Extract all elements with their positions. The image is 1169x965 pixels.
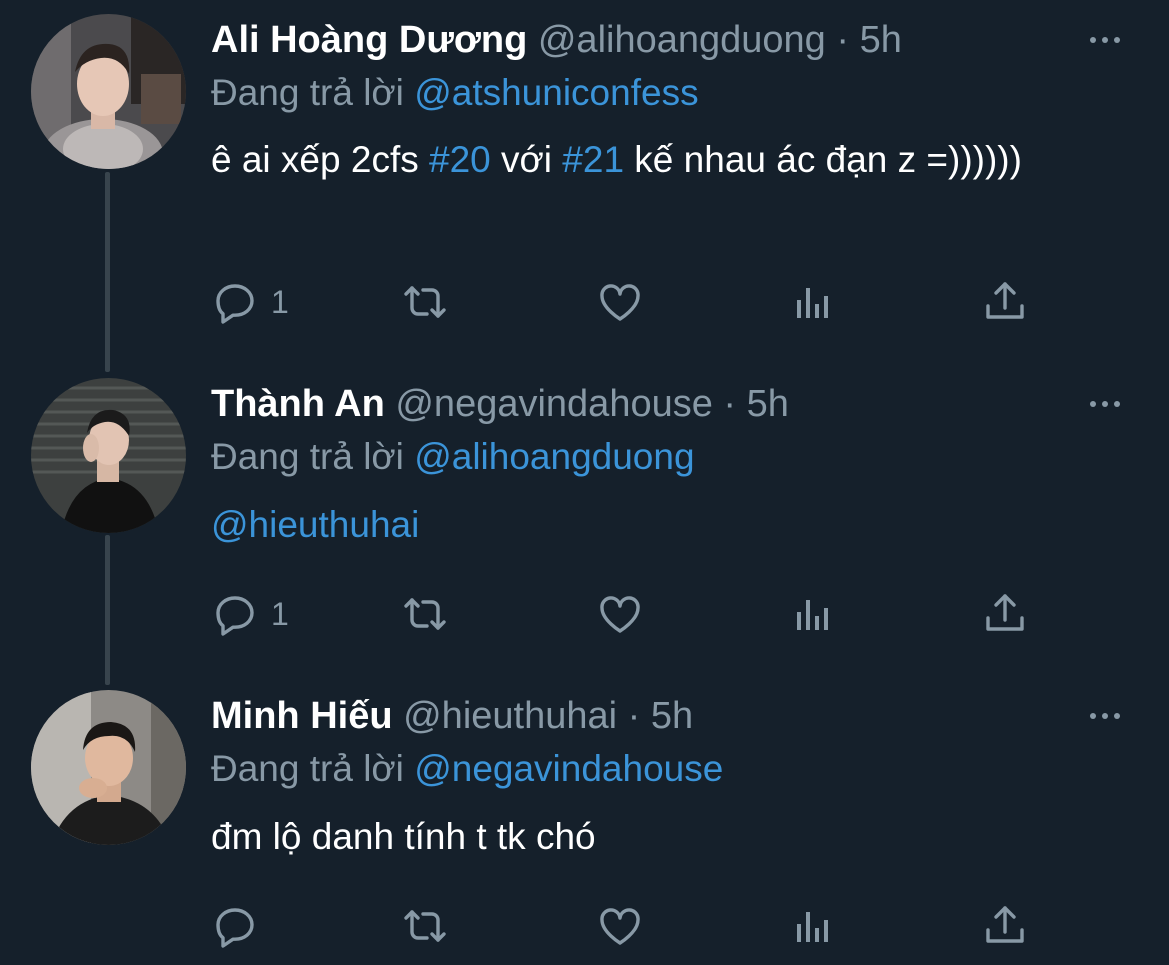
- share-button[interactable]: [981, 272, 1029, 332]
- timestamp[interactable]: 5h: [747, 383, 789, 425]
- like-button[interactable]: [596, 272, 644, 332]
- analytics-button[interactable]: [789, 584, 837, 644]
- share-button[interactable]: [981, 584, 1029, 644]
- retweet-icon: [404, 598, 446, 630]
- tweet-text-part: ê ai xếp 2cfs: [211, 139, 430, 180]
- like-button[interactable]: [596, 896, 644, 956]
- tweet-actions: 1: [211, 584, 1041, 644]
- retweet-button[interactable]: [401, 272, 449, 332]
- tweet[interactable]: Ali Hoàng Dương @alihoangduong · 5h Đang…: [0, 0, 1169, 365]
- share-icon: [986, 282, 1024, 319]
- tweet-text-part: với: [490, 139, 563, 180]
- tweet-text-part: kế nhau ác đạn z =)))))): [624, 139, 1022, 180]
- hashtag-link[interactable]: #21: [562, 139, 624, 180]
- reply-count: 1: [271, 283, 289, 320]
- reply-button[interactable]: 1: [211, 272, 289, 332]
- heart-icon: [600, 596, 640, 633]
- like-button[interactable]: [596, 584, 644, 644]
- replying-label: Đang trả lời: [211, 436, 404, 477]
- retweet-icon: [404, 910, 446, 942]
- tweet-text: @hieuthuhai: [211, 501, 1091, 549]
- hashtag-link[interactable]: #20: [429, 139, 491, 180]
- replying-to-mention[interactable]: @atshuniconfess: [414, 72, 698, 113]
- reply-button[interactable]: [211, 896, 271, 956]
- separator-dot: ·: [836, 19, 850, 61]
- retweet-icon: [404, 286, 446, 318]
- more-icon[interactable]: [1085, 696, 1125, 736]
- timestamp[interactable]: 5h: [860, 19, 902, 61]
- tweet-header: Ali Hoàng Dương @alihoangduong · 5h: [211, 16, 902, 64]
- author-handle[interactable]: @alihoangduong: [538, 19, 826, 61]
- analytics-icon: [797, 288, 828, 318]
- timestamp[interactable]: 5h: [651, 695, 693, 737]
- tweet-actions: 1: [211, 272, 1041, 332]
- analytics-icon: [797, 912, 828, 942]
- more-icon[interactable]: [1085, 384, 1125, 424]
- avatar[interactable]: [31, 378, 186, 533]
- tweet-text: đm lộ danh tính t tk chó: [211, 816, 596, 857]
- replying-to: Đang trả lời @atshuniconfess: [211, 69, 699, 117]
- replying-label: Đang trả lời: [211, 72, 404, 113]
- replying-to: Đang trả lời @negavindahouse: [211, 745, 723, 793]
- tweet-header: Thành An @negavindahouse · 5h: [211, 380, 789, 428]
- share-icon: [986, 906, 1024, 943]
- author-handle[interactable]: @hieuthuhai: [403, 695, 617, 737]
- reply-icon: [216, 596, 254, 636]
- retweet-button[interactable]: [401, 584, 449, 644]
- author-name[interactable]: Ali Hoàng Dương: [211, 19, 527, 61]
- share-icon: [986, 594, 1024, 631]
- replying-label: Đang trả lời: [211, 748, 404, 789]
- author-handle[interactable]: @negavindahouse: [395, 383, 713, 425]
- reply-button[interactable]: 1: [211, 584, 289, 644]
- separator-dot: ·: [723, 383, 737, 425]
- separator-dot: ·: [627, 695, 641, 737]
- avatar[interactable]: [31, 690, 186, 845]
- analytics-icon: [797, 600, 828, 630]
- author-name[interactable]: Thành An: [211, 383, 385, 425]
- tweet-text: ê ai xếp 2cfs #20 với #21 kế nhau ác đạn…: [211, 136, 1091, 184]
- tweet[interactable]: Thành An @negavindahouse · 5h Đang trả l…: [0, 364, 1169, 676]
- avatar[interactable]: [31, 14, 186, 169]
- author-name[interactable]: Minh Hiếu: [211, 695, 393, 737]
- reply-icon: [216, 908, 254, 948]
- tweet-header: Minh Hiếu @hieuthuhai · 5h: [211, 692, 693, 740]
- reply-count: 1: [271, 595, 289, 632]
- heart-icon: [600, 284, 640, 321]
- analytics-button[interactable]: [789, 896, 837, 956]
- replying-to-mention[interactable]: @alihoangduong: [414, 436, 694, 477]
- heart-icon: [600, 908, 640, 945]
- analytics-button[interactable]: [789, 272, 837, 332]
- share-button[interactable]: [981, 896, 1029, 956]
- mention-link[interactable]: @hieuthuhai: [211, 504, 419, 545]
- retweet-button[interactable]: [401, 896, 449, 956]
- more-icon[interactable]: [1085, 20, 1125, 60]
- tweet[interactable]: Minh Hiếu @hieuthuhai · 5h Đang trả lời …: [0, 676, 1169, 965]
- reply-icon: [216, 284, 254, 324]
- replying-to: Đang trả lời @alihoangduong: [211, 433, 695, 481]
- tweet-actions: [211, 896, 1041, 956]
- replying-to-mention[interactable]: @negavindahouse: [414, 748, 723, 789]
